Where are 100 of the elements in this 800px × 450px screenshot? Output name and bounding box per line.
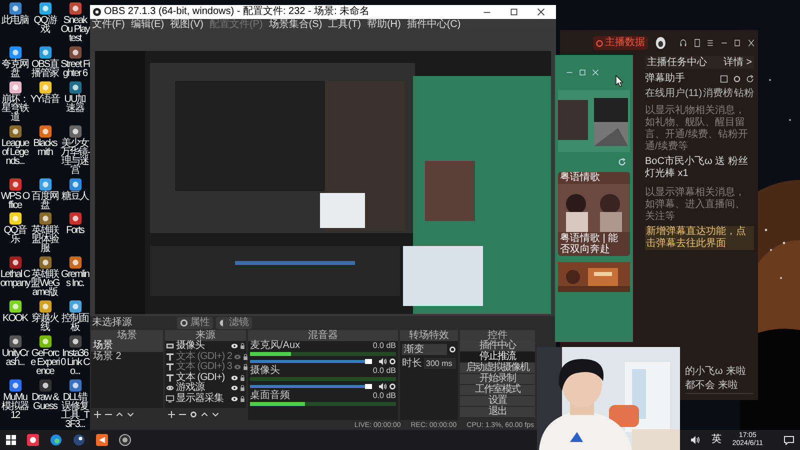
app-icon[interactable]	[38, 256, 52, 270]
lock-icon[interactable]	[242, 364, 248, 370]
app-icon[interactable]	[8, 124, 22, 138]
scene-item[interactable]: 场景 2	[91, 352, 163, 363]
icon-label[interactable]: KOOK	[0, 314, 30, 324]
app-icon[interactable]	[38, 80, 52, 94]
transition-select[interactable]: 渐变	[402, 344, 447, 355]
speaker-icon[interactable]	[379, 383, 387, 390]
menu-item[interactable]: 帮助(H)	[366, 20, 401, 30]
toolbar-button[interactable]: 滤镜	[216, 317, 252, 329]
eye-icon[interactable]	[231, 385, 238, 392]
menu-item[interactable]: 工具(T)	[328, 20, 361, 30]
app-icon[interactable]	[8, 178, 22, 190]
app-icon[interactable]	[38, 378, 52, 392]
tab[interactable]: 消费榜	[703, 89, 734, 99]
app-icon[interactable]	[8, 212, 22, 226]
lock-icon[interactable]	[240, 374, 245, 381]
icon-label[interactable]: MuMu模拟器12	[0, 392, 30, 420]
control-button[interactable]: 启动虚拟摄像机	[460, 363, 535, 374]
move-up-icon[interactable]	[116, 410, 123, 418]
control-button[interactable]: 工作室模式	[460, 385, 535, 396]
duration-field[interactable]: 300 ms	[424, 358, 456, 369]
tab[interactable]: 钻粉	[734, 89, 754, 99]
icon-label[interactable]: Blacksmith	[30, 138, 60, 157]
icon-label[interactable]: 英雄联盟体验服	[30, 226, 60, 254]
app-icon[interactable]	[38, 300, 52, 314]
speaker-icon[interactable]	[691, 436, 700, 444]
app-icon[interactable]	[68, 335, 82, 348]
maximize-icon[interactable]	[510, 8, 518, 16]
icon-label[interactable]: 英雄联盟WeGame版	[30, 270, 60, 298]
icon-label[interactable]: 此电脑	[0, 16, 30, 25]
icon-label[interactable]: 穿越火线	[30, 314, 60, 332]
lock-icon[interactable]	[240, 343, 245, 350]
app-icon[interactable]	[96, 434, 108, 446]
speaker-icon[interactable]	[379, 358, 387, 365]
steam-icon[interactable]	[73, 434, 85, 446]
notification-icon[interactable]	[784, 436, 794, 444]
app-icon[interactable]	[68, 178, 82, 190]
menu-item[interactable]: 场景集合(S)	[268, 20, 322, 30]
app-icon[interactable]	[38, 178, 52, 190]
avatar-icon[interactable]	[655, 37, 666, 49]
app-icon[interactable]	[8, 300, 22, 314]
close-icon[interactable]	[537, 8, 545, 16]
refresh-icon[interactable]	[746, 75, 754, 83]
icon-label[interactable]: UnityCrash...	[0, 349, 30, 367]
menu-item[interactable]: 插件中心(C)	[406, 20, 461, 30]
source-name[interactable]: 文本 (GDI+)	[176, 372, 229, 383]
tab[interactable]: 在线用户(11)	[645, 89, 702, 99]
icon-label[interactable]: Lethal Company	[0, 270, 30, 288]
icon-label[interactable]: Street Fighter 6	[60, 60, 90, 78]
control-button[interactable]: 退出	[460, 407, 535, 418]
icon-label[interactable]: YY语音	[30, 94, 60, 104]
move-down-icon[interactable]	[127, 410, 134, 418]
close-icon[interactable]	[748, 39, 754, 47]
app-icon[interactable]	[38, 46, 52, 59]
icon-label[interactable]: Sneak Ou Playtest	[60, 16, 90, 43]
icon-label[interactable]: WPS Office	[0, 192, 30, 210]
browser-icon[interactable]	[50, 434, 62, 446]
source-name[interactable]: 文本 (GDI+) 3	[176, 362, 232, 372]
scene-item[interactable]: 场景	[91, 341, 163, 352]
headset-icon[interactable]	[680, 39, 687, 47]
eye-icon[interactable]	[231, 374, 238, 381]
menu-item[interactable]: 视图(V)	[170, 20, 204, 30]
input-language[interactable]: 英	[711, 435, 722, 445]
control-button[interactable]: 插件中心	[460, 341, 535, 352]
app-icon[interactable]	[8, 46, 22, 59]
app-icon[interactable]	[38, 335, 52, 348]
app-icon[interactable]	[38, 124, 52, 138]
app-icon[interactable]	[8, 2, 22, 15]
lock-icon[interactable]	[242, 354, 248, 360]
icon-label[interactable]: Gremlins Inc.	[60, 270, 90, 288]
app-icon[interactable]	[8, 378, 22, 392]
app-icon[interactable]	[27, 434, 39, 446]
control-button[interactable]: 停止推流	[460, 352, 535, 363]
app-icon[interactable]	[68, 124, 82, 138]
windows-icon[interactable]	[6, 435, 16, 445]
move-down-icon[interactable]	[212, 410, 219, 418]
icon-label[interactable]: 崩坏：星穹铁道	[0, 94, 30, 122]
app-icon[interactable]	[38, 212, 52, 226]
icon-label[interactable]: GeForce Experience	[30, 349, 60, 376]
app-icon[interactable]	[68, 378, 82, 392]
app-icon[interactable]	[38, 2, 52, 15]
window-icon[interactable]	[720, 75, 728, 83]
control-button[interactable]: 设置	[460, 396, 535, 407]
app-icon[interactable]	[68, 46, 82, 59]
icon-label[interactable]: Forts	[60, 226, 90, 236]
icon-label[interactable]: UU加速器	[60, 94, 90, 113]
source-name[interactable]: 游戏源	[176, 383, 229, 394]
menu-icon[interactable]	[707, 39, 714, 47]
icon-label[interactable]: 百度网盘	[30, 192, 60, 210]
eye-icon[interactable]	[231, 343, 238, 350]
toolbar-button[interactable]: 属性	[177, 317, 213, 329]
app-icon[interactable]	[68, 256, 82, 270]
icon-label[interactable]: DLL错误修复工具_T3F3...	[60, 392, 90, 429]
add-icon[interactable]	[94, 410, 101, 418]
song-card[interactable]: 粤语情歌 粤语情歌 | 能否双向奔赴	[558, 172, 630, 256]
lock-icon[interactable]	[240, 396, 245, 402]
eye-icon[interactable]	[231, 396, 238, 402]
maximize-icon[interactable]	[734, 39, 741, 47]
source-name[interactable]: 摄像头	[176, 341, 229, 352]
